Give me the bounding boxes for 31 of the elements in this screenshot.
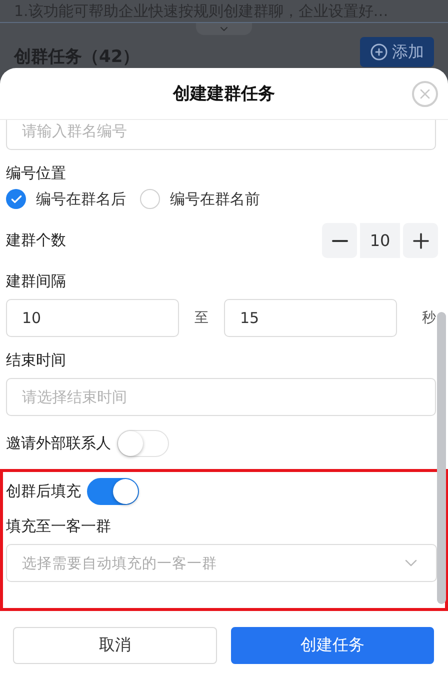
field-label: 建群个数 xyxy=(6,231,66,250)
collapse-handle[interactable] xyxy=(196,23,252,35)
scrollbar[interactable] xyxy=(437,312,446,604)
add-button[interactable]: 添加 xyxy=(360,37,434,67)
create-button[interactable]: 创建任务 xyxy=(230,627,434,664)
stepper-value: 10 xyxy=(360,223,400,258)
input-field[interactable]: 15 xyxy=(224,299,397,337)
toggle-switch[interactable] xyxy=(87,478,139,505)
plus-circle-icon xyxy=(370,43,388,61)
field-label: 邀请外部联系人 xyxy=(6,434,111,453)
check-icon xyxy=(10,192,22,206)
radio-button[interactable] xyxy=(6,189,26,209)
input-field[interactable]: 10 xyxy=(6,299,179,337)
radio-label: 编号在群名前 xyxy=(170,190,260,208)
unit-label: 秒 xyxy=(422,309,436,327)
radio-label: 编号在群名后 xyxy=(36,190,126,208)
input-field[interactable]: 请输入群名编号 xyxy=(6,120,436,150)
range-separator: 至 xyxy=(194,309,210,327)
field-label: 编号位置 xyxy=(6,164,67,183)
close-button[interactable] xyxy=(412,81,438,107)
field-label: 结束时间 xyxy=(6,351,67,370)
field-label: 填充至一客一群 xyxy=(6,517,112,536)
field-label: 建群间隔 xyxy=(6,272,67,291)
field-label: 创群后填充 xyxy=(6,482,81,501)
radio-button[interactable] xyxy=(140,189,160,209)
plus-button[interactable] xyxy=(403,223,438,258)
minus-icon xyxy=(332,240,348,242)
sheet-title: 创建建群任务 xyxy=(173,83,275,105)
input-field[interactable]: 请选择结束时间 xyxy=(6,378,436,416)
minus-button[interactable] xyxy=(322,223,357,258)
cancel-button[interactable]: 取消 xyxy=(13,627,216,664)
